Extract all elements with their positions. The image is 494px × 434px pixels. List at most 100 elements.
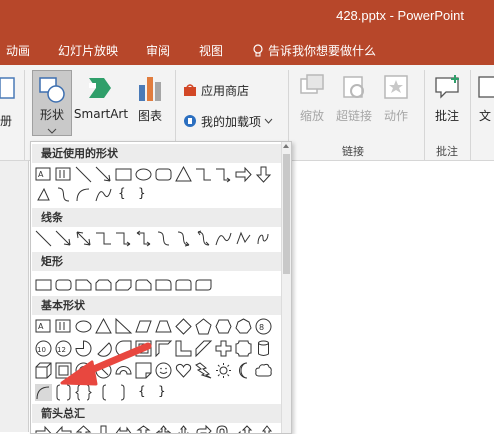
bent-up-arrow-shape-icon[interactable]: [255, 425, 273, 434]
rectangle-shape-icon[interactable]: [115, 166, 132, 183]
text-button-partial[interactable]: 文: [476, 73, 494, 133]
triangle-small-shape-icon[interactable]: [35, 186, 52, 203]
sun-shape-icon[interactable]: [215, 362, 232, 379]
oval-shape-icon[interactable]: [135, 166, 152, 183]
right-brace-shape-icon[interactable]: }: [158, 384, 175, 401]
curve-shape-icon[interactable]: [215, 230, 232, 247]
chord-shape-icon[interactable]: [95, 340, 112, 357]
freeform-shape-icon[interactable]: [235, 230, 252, 247]
right-arrow-shape-icon[interactable]: [235, 166, 252, 183]
hexagon-shape-icon[interactable]: [215, 318, 232, 335]
round-same-side-rectangle-shape-icon[interactable]: [175, 276, 192, 293]
gallery-scrollbar[interactable]: [281, 142, 291, 433]
chart-button[interactable]: 图表: [132, 73, 168, 133]
curve-shape-icon[interactable]: [95, 186, 112, 203]
dodecagon-shape-icon[interactable]: 12: [55, 340, 72, 357]
triangle-shape-icon[interactable]: [175, 165, 192, 183]
double-brace-shape-icon[interactable]: [75, 384, 92, 401]
tab-slideshow[interactable]: 幻灯片放映: [58, 42, 118, 59]
vertical-textbox-shape-icon[interactable]: [55, 166, 72, 183]
curved-connector-shape-icon[interactable]: [155, 230, 172, 247]
double-bracket-shape-icon[interactable]: [55, 384, 72, 401]
cloud-shape-icon[interactable]: [255, 362, 272, 379]
right-arrow-shape-icon[interactable]: [35, 425, 52, 434]
vertical-textbox-shape-icon[interactable]: [55, 318, 72, 335]
hyperlink-button[interactable]: 超链接: [334, 73, 374, 133]
rectangle-shape-icon[interactable]: [35, 276, 52, 293]
scroll-up-arrow-icon[interactable]: [283, 144, 289, 148]
up-arrow-shape-icon[interactable]: [75, 425, 92, 434]
my-addins-button[interactable]: 我的加载项: [183, 111, 273, 131]
left-bracket-shape-icon[interactable]: [95, 384, 112, 401]
store-button[interactable]: 应用商店: [183, 80, 249, 100]
heart-shape-icon[interactable]: [175, 362, 192, 379]
snip-same-side-rectangle-shape-icon[interactable]: [95, 276, 112, 293]
elbow-double-arrow-shape-icon[interactable]: [135, 230, 152, 247]
decagon-shape-icon[interactable]: 10: [35, 340, 52, 357]
parallelogram-shape-icon[interactable]: [135, 318, 152, 335]
can-shape-icon[interactable]: [255, 340, 272, 357]
snip-corner-rectangle-shape-icon[interactable]: [75, 276, 92, 293]
no-symbol-shape-icon[interactable]: [95, 362, 112, 379]
oval-shape-icon[interactable]: [75, 318, 92, 335]
arc-shape-icon[interactable]: [35, 384, 52, 401]
half-frame-shape-icon[interactable]: [155, 340, 173, 358]
textbox-shape-icon[interactable]: A: [35, 318, 52, 335]
line-shape-icon[interactable]: [75, 166, 92, 183]
folded-corner-shape-icon[interactable]: [135, 362, 152, 379]
cube-shape-icon[interactable]: [35, 362, 52, 379]
bevel-shape-icon[interactable]: [55, 362, 72, 379]
tell-me-search[interactable]: 告诉我你想要做什么: [252, 42, 376, 59]
right-bracket-shape-icon[interactable]: [115, 384, 132, 401]
snip-round-rectangle-shape-icon[interactable]: [135, 276, 152, 293]
shapes-button[interactable]: 形状: [32, 70, 72, 136]
rounded-rectangle-shape-icon[interactable]: [55, 276, 72, 293]
diagonal-stripe-shape-icon[interactable]: [195, 340, 213, 358]
elbow-connector-shape-icon[interactable]: [195, 166, 212, 183]
scribble-shape-icon[interactable]: [255, 230, 272, 247]
tab-view[interactable]: 视图: [199, 42, 223, 59]
left-brace-shape-icon[interactable]: {: [138, 384, 155, 401]
arrow-line-shape-icon[interactable]: [55, 230, 72, 247]
curved-connector-shape-icon[interactable]: [55, 186, 72, 203]
plus-shape-icon[interactable]: [215, 340, 232, 357]
pie-shape-icon[interactable]: [75, 340, 92, 357]
scroll-thumb[interactable]: [283, 154, 290, 274]
textbox-shape-icon[interactable]: A: [35, 166, 52, 183]
left-brace-shape-icon[interactable]: {: [118, 186, 135, 203]
u-turn-arrow-shape-icon[interactable]: [215, 425, 232, 434]
moon-shape-icon[interactable]: [235, 362, 252, 379]
l-shape-icon[interactable]: [175, 340, 192, 357]
thumbnail-pane[interactable]: [0, 161, 29, 432]
curved-double-arrow-shape-icon[interactable]: [195, 230, 212, 247]
heptagon-shape-icon[interactable]: [235, 318, 252, 335]
diamond-shape-icon[interactable]: [175, 318, 192, 335]
smartart-button[interactable]: SmartArt: [72, 73, 130, 133]
line-shape-icon[interactable]: [35, 230, 52, 247]
double-arrow-line-shape-icon[interactable]: [75, 230, 92, 247]
isosceles-triangle-shape-icon[interactable]: [95, 317, 112, 335]
rounded-rectangle-shape-icon[interactable]: [155, 166, 172, 183]
right-triangle-shape-icon[interactable]: [115, 317, 133, 335]
curved-arrow-connector-shape-icon[interactable]: [175, 230, 192, 247]
tab-review[interactable]: 审阅: [146, 42, 170, 59]
arrow-line-shape-icon[interactable]: [95, 166, 112, 183]
up-down-arrow-shape-icon[interactable]: [135, 425, 152, 434]
trapezoid-shape-icon[interactable]: [155, 318, 172, 335]
plaque-shape-icon[interactable]: [235, 340, 252, 357]
arc-shape-icon[interactable]: [75, 186, 92, 203]
left-arrow-shape-icon[interactable]: [55, 425, 72, 434]
round-diagonal-rectangle-shape-icon[interactable]: [195, 276, 212, 293]
comment-button[interactable]: 批注: [430, 73, 464, 133]
elbow-arrow-connector-shape-icon[interactable]: [115, 230, 132, 247]
smiley-face-shape-icon[interactable]: [155, 362, 172, 379]
snip-diagonal-rectangle-shape-icon[interactable]: [115, 276, 132, 293]
action-button[interactable]: 动作: [380, 73, 412, 133]
left-right-up-arrow-shape-icon[interactable]: [175, 425, 192, 434]
down-arrow-shape-icon[interactable]: [95, 425, 112, 434]
left-up-arrow-shape-icon[interactable]: [235, 425, 253, 434]
donut-shape-icon[interactable]: [75, 362, 92, 379]
elbow-connector-shape-icon[interactable]: [95, 230, 112, 247]
bent-arrow-shape-icon[interactable]: [195, 424, 212, 434]
elbow-arrow-connector-shape-icon[interactable]: [215, 166, 232, 183]
